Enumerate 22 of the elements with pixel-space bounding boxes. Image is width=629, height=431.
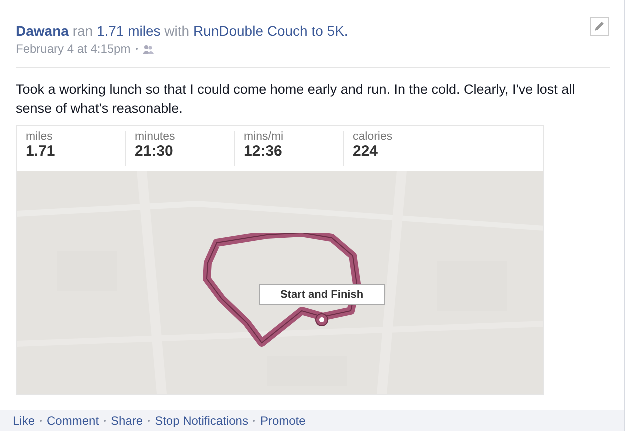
action-link[interactable]: Like — [13, 414, 36, 428]
stat-value: 12:36 — [244, 143, 284, 160]
profile-link[interactable]: Dawana — [16, 23, 69, 39]
friends-icon[interactable] — [142, 44, 154, 54]
post-message: Took a working lunch so that I could come home early and run. In the cold. Clearly, I've lost all sense of what's reasonable. — [16, 81, 576, 118]
activity-headline: Dawana ran 1.71 miles with RunDouble Couch to 5K. — [16, 22, 348, 40]
stat-label: miles — [26, 131, 54, 143]
stat-value: 1.71 — [26, 143, 56, 160]
action-link[interactable]: Promote — [260, 414, 306, 428]
activity-link[interactable]: 1.71 miles — [96, 23, 161, 39]
map-marker-label: Start and Finish — [259, 284, 385, 305]
action-link[interactable]: Share — [111, 414, 144, 428]
stat-value: 224 — [353, 143, 380, 160]
stat-label: mins/mi — [244, 131, 285, 143]
activity-link[interactable]: RunDouble Couch to 5K. — [193, 23, 348, 39]
stat-value: 21:30 — [135, 143, 174, 160]
stat-label: minutes — [135, 131, 176, 143]
action-link[interactable]: Stop Notifications — [155, 414, 248, 428]
stat-label: calories — [353, 131, 394, 143]
pencil-icon — [594, 21, 605, 32]
action-link[interactable]: Comment — [47, 414, 100, 428]
edit-button[interactable] — [590, 17, 609, 36]
